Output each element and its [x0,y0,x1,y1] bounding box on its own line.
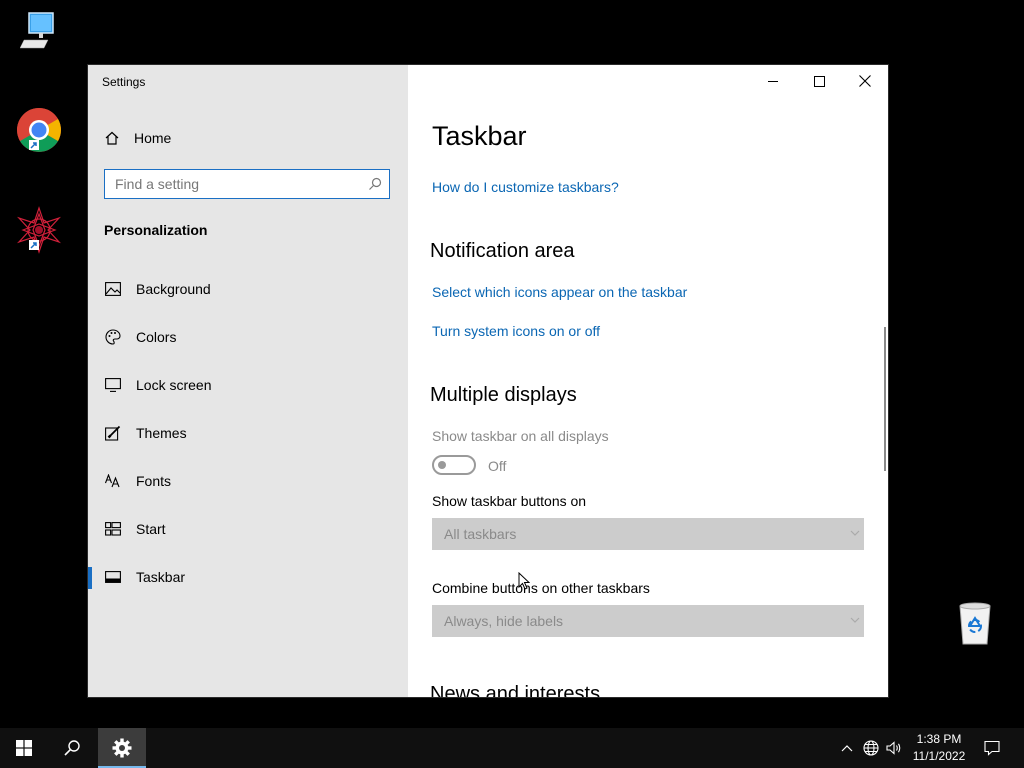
clock-time: 1:38 PM [916,732,962,746]
system-icons-link[interactable]: Turn system icons on or off [432,323,600,339]
start-icon [104,520,122,538]
settings-content: Taskbar How do I customize taskbars? Not… [408,65,888,697]
sidebar-item-taskbar[interactable]: Taskbar [88,553,408,601]
notification-area-heading: Notification area [430,240,575,262]
desktop-icon-label: My Computer [24,55,86,85]
image-icon [104,280,122,298]
search-icon[interactable] [368,177,382,191]
sidebar-item-lock-screen[interactable]: Lock screen [88,361,408,409]
taskbar-clock[interactable]: 1:38 PM 11/1/2022 [908,731,970,765]
nav-home-label: Home [134,130,172,146]
sidebar-item-label: Colors [136,329,177,345]
dropdown-value: All taskbars [444,526,517,542]
taskbar-icon [104,568,122,586]
chevron-down-icon [850,617,860,623]
notification-icon [984,740,1000,756]
window-title: Settings [102,75,146,89]
sidebar-item-start[interactable]: Start [88,505,408,553]
settings-sidebar: Settings Home Personalization Background [88,65,408,697]
chrome-icon [17,108,61,152]
settings-window: Settings Home Personalization Background [88,65,888,697]
network-button[interactable] [860,728,882,768]
combine-buttons-dropdown[interactable]: Always, hide labels [432,605,864,637]
sidebar-item-label: Lock screen [136,377,212,393]
desktop-icon-label: Recycle Bin [962,651,1012,681]
content-scrollbar[interactable] [884,327,886,471]
sidebar-item-label: Fonts [136,473,172,489]
taskbar: 1:38 PM 11/1/2022 [0,728,1024,768]
volume-button[interactable] [883,728,905,768]
combine-buttons-label: Combine buttons on other taskbars [432,580,650,596]
select-icons-link[interactable]: Select which icons appear on the taskbar [432,284,687,300]
page-title: Taskbar [432,121,527,151]
sidebar-item-label: Taskbar [136,569,186,585]
buttons-on-label: Show taskbar buttons on [432,493,587,509]
chevron-up-icon [841,745,853,752]
start-button[interactable] [0,728,48,768]
action-center-button[interactable] [976,728,1008,768]
monitor-icon [104,376,122,394]
desktop-icon-datawagon[interactable]: DataWagon... [0,206,108,274]
desktop-icon-google-chrome[interactable]: Google Chrome [0,106,91,186]
home-icon [105,131,119,145]
clock-date: 11/1/2022 [912,749,966,763]
chevron-down-icon [850,530,860,536]
computer-icon [20,12,54,49]
toggle-state-label: Off [488,458,507,474]
desktop-icon-label: Google Chrome [41,157,91,187]
gear-icon [112,738,132,758]
brush-icon [104,424,122,442]
desktop-icon-my-computer[interactable]: My Computer [0,10,85,84]
news-interests-heading: News and interests [430,683,601,697]
search-box[interactable] [104,169,390,199]
sidebar-item-themes[interactable]: Themes [88,409,408,457]
section-heading: Personalization [104,222,208,238]
sidebar-item-background[interactable]: Background [88,265,408,313]
search-input[interactable] [105,170,355,198]
sidebar-item-colors[interactable]: Colors [88,313,408,361]
speaker-icon [886,741,901,755]
font-icon [104,472,122,490]
sidebar-item-label: Start [136,521,166,537]
datawagon-icon [16,206,62,254]
windows-logo-icon [16,740,32,756]
nav-home[interactable]: Home [104,128,171,148]
buttons-on-dropdown[interactable]: All taskbars [432,518,864,550]
sidebar-item-label: Themes [136,425,187,441]
palette-icon [104,328,122,346]
show-hidden-icons-button[interactable] [836,728,858,768]
search-icon [64,740,80,756]
globe-icon [863,740,879,756]
taskbar-search-button[interactable] [48,728,96,768]
dropdown-value: Always, hide labels [444,613,564,629]
sidebar-item-label: Background [136,281,211,297]
multiple-displays-heading: Multiple displays [430,384,577,406]
mouse-cursor-icon [518,572,530,590]
show-all-displays-label: Show taskbar on all displays [432,428,609,444]
personalization-nav: Background Colors Lock screen Themes Fon… [88,265,408,601]
help-link[interactable]: How do I customize taskbars? [432,179,619,195]
recycle-bin-icon [959,602,991,645]
desktop-icon-recycle-bin[interactable]: Recycle Bin [935,602,1015,680]
taskbar-settings-app[interactable] [98,728,146,768]
sidebar-item-fonts[interactable]: Fonts [88,457,408,505]
show-all-displays-toggle[interactable] [432,455,476,475]
